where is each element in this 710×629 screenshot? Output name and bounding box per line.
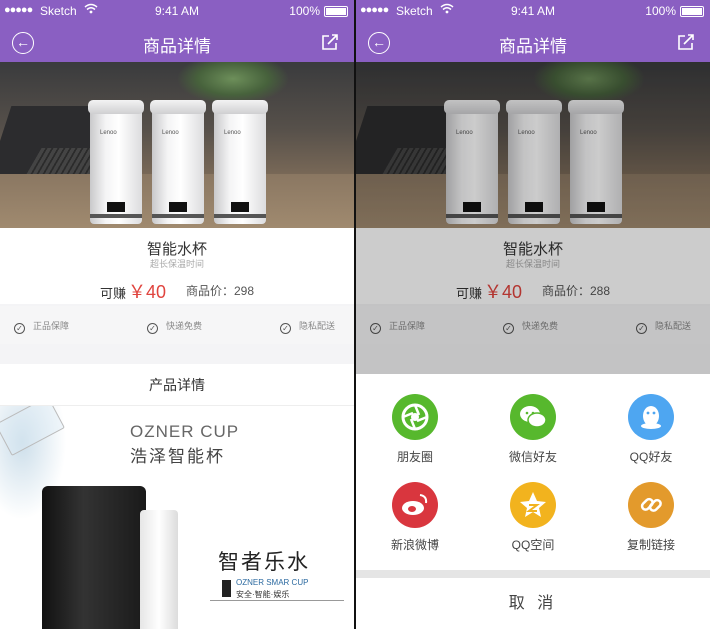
share-option-moments[interactable]: 朋友圈 bbox=[375, 394, 455, 465]
battery-icon bbox=[324, 6, 348, 17]
wechat-icon bbox=[510, 394, 556, 440]
product-price: 商品价：298 bbox=[186, 284, 255, 298]
share-icon[interactable] bbox=[676, 32, 696, 52]
page-title: 商品详情 bbox=[143, 37, 211, 56]
nav-bar: ← 商品详情 bbox=[0, 22, 354, 62]
guarantee-label: 正品保障 bbox=[33, 321, 70, 331]
share-option-qzone[interactable]: QQ空间 bbox=[493, 482, 573, 553]
check-circle-icon: ✓ bbox=[280, 323, 291, 334]
battery-percent: 100% bbox=[289, 4, 320, 18]
guarantee-label: 隐私配送 bbox=[299, 321, 336, 331]
share-option-qq[interactable]: QQ好友 bbox=[611, 394, 691, 465]
page-title: 商品详情 bbox=[499, 37, 567, 56]
share-option-wechat[interactable]: 微信好友 bbox=[493, 394, 573, 465]
guarantee-label: 快递免费 bbox=[166, 321, 203, 331]
share-option-label: QQ空间 bbox=[511, 538, 555, 552]
qzone-icon bbox=[510, 482, 556, 528]
cup-brand: Lenoo bbox=[224, 130, 241, 136]
black-cup-image bbox=[42, 486, 146, 629]
cup-image: Lenoo bbox=[212, 100, 268, 224]
logo-line2: 安全·智能·娱乐 bbox=[236, 590, 290, 599]
promo-english: OZNER CUP bbox=[130, 422, 240, 441]
detail-section-title: 产品详情 bbox=[0, 364, 354, 406]
product-detail-screen: ●●●●● Sketch 9:41 AM 100% ← 商品详情 Lenoo L… bbox=[0, 0, 354, 629]
status-bar: ●●●●● Sketch 9:41 AM 100% bbox=[356, 0, 710, 22]
canvas: ●●●●● Sketch 9:41 AM 100% ← 商品详情 Lenoo L… bbox=[0, 0, 710, 629]
battery-icon bbox=[680, 6, 704, 17]
share-option-label: QQ好友 bbox=[629, 450, 673, 464]
product-info: 智能水杯 超长保温时间 可赚 ￥40 商品价：298 bbox=[0, 228, 354, 304]
logo-line1: OZNER SMAR CUP bbox=[236, 578, 309, 587]
qq-icon bbox=[628, 394, 674, 440]
status-bar: ●●●●● Sketch 9:41 AM 100% bbox=[0, 0, 354, 22]
ozner-logo: OZNER SMAR CUP 安全·智能·娱乐 bbox=[210, 578, 344, 601]
product-name: 智能水杯 bbox=[146, 241, 207, 258]
share-sheet: 朋友圈 微信好友 QQ好友 新浪微博 QQ空间 复制链接 取 消 bbox=[356, 374, 710, 629]
earn-amount: ￥40 bbox=[128, 282, 167, 302]
product-subtitle: 超长保温时间 bbox=[149, 259, 204, 269]
guarantee-item: ✓ 快递免费 bbox=[147, 319, 202, 334]
product-image: Lenoo Lenoo Lenoo bbox=[0, 62, 354, 228]
dim-overlay[interactable] bbox=[356, 62, 710, 374]
guarantee-bar: ✓ 正品保障 ✓ 快递免费 ✓ 隐私配送 bbox=[0, 306, 354, 344]
share-icon[interactable] bbox=[320, 32, 340, 52]
weibo-icon bbox=[392, 482, 438, 528]
cup-image: Lenoo bbox=[150, 100, 206, 224]
white-cup-image bbox=[140, 510, 178, 629]
share-screen: ●●●●● Sketch 9:41 AM 100% ← 商品详情 Lenoo L… bbox=[356, 0, 710, 629]
share-option-copy-link[interactable]: 复制链接 bbox=[611, 482, 691, 553]
guarantee-item: ✓ 正品保障 bbox=[14, 319, 69, 334]
promo-slogan: 智者乐水 bbox=[218, 551, 310, 574]
moments-icon bbox=[392, 394, 438, 440]
earn-text: 可赚 ￥40 bbox=[100, 278, 166, 304]
guarantee-item: ✓ 隐私配送 bbox=[280, 319, 335, 334]
check-circle-icon: ✓ bbox=[147, 323, 158, 334]
nav-bar: ← 商品详情 bbox=[356, 22, 710, 62]
share-option-label: 新浪微博 bbox=[390, 538, 439, 552]
share-option-weibo[interactable]: 新浪微博 bbox=[375, 482, 455, 553]
promo-banner: OZNER CUP 浩泽智能杯 智者乐水 OZNER SMAR CUP 安全·智… bbox=[0, 406, 354, 629]
share-option-label: 复制链接 bbox=[626, 538, 675, 552]
check-circle-icon: ✓ bbox=[14, 323, 25, 334]
cancel-button[interactable]: 取 消 bbox=[356, 578, 710, 629]
link-icon bbox=[628, 482, 674, 528]
battery-percent: 100% bbox=[645, 4, 676, 18]
plant-decor bbox=[178, 62, 288, 104]
share-option-label: 微信好友 bbox=[508, 450, 557, 464]
share-option-label: 朋友圈 bbox=[396, 450, 433, 464]
cup-brand: Lenoo bbox=[100, 130, 117, 136]
cup-image: Lenoo bbox=[88, 100, 144, 224]
cup-brand: Lenoo bbox=[162, 130, 179, 136]
sheet-separator bbox=[356, 570, 710, 578]
earn-label: 可赚 bbox=[100, 286, 127, 301]
promo-chinese: 浩泽智能杯 bbox=[130, 447, 225, 466]
